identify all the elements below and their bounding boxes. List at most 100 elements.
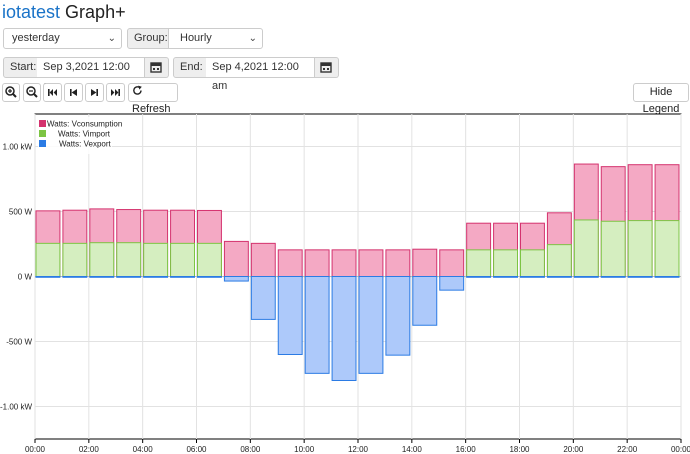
x-axis: 00:00 02:00 04:00 06:00 08:00 10:00 12:00 14:00… xyxy=(25,439,690,454)
step-backward-icon xyxy=(70,89,77,96)
bar-export xyxy=(439,276,465,291)
y-tick-label: -500 W xyxy=(6,338,32,347)
x-tick-label: 20:00 xyxy=(563,445,584,454)
period-select-value: yesterday xyxy=(12,32,60,44)
zoom-in-icon xyxy=(5,86,17,98)
x-tick-label: 12:00 xyxy=(348,445,369,454)
bar-import xyxy=(143,242,169,278)
calendar-icon xyxy=(150,62,162,73)
x-tick-label: 00:00 xyxy=(25,445,46,454)
bar-consumption xyxy=(250,242,276,278)
bar-consumption xyxy=(304,249,330,278)
x-tick-label: 04:00 xyxy=(133,445,154,454)
step-forward-icon xyxy=(91,89,98,96)
bar-export xyxy=(546,276,572,278)
bar-export xyxy=(197,276,222,278)
bar-export xyxy=(223,276,249,282)
bar-import xyxy=(466,249,492,278)
bar-export xyxy=(385,276,411,356)
bar-import xyxy=(116,242,142,277)
x-tick-label: 06:00 xyxy=(186,445,207,454)
end-date-input[interactable]: Sep 4,2021 12:00 am xyxy=(206,57,315,92)
fast-backward-icon xyxy=(48,89,57,96)
bar-export xyxy=(600,276,626,278)
jump-forward-button[interactable] xyxy=(106,83,125,102)
bar-export xyxy=(412,276,438,326)
zoom-out-button[interactable] xyxy=(23,83,41,102)
end-calendar-button[interactable] xyxy=(315,57,339,78)
jump-backward-button[interactable] xyxy=(43,83,62,102)
bar-consumption xyxy=(439,249,465,278)
x-tick-label: 22:00 xyxy=(617,445,638,454)
bar-import xyxy=(600,220,626,277)
bar-export xyxy=(627,276,653,278)
end-label: End: xyxy=(173,57,207,78)
x-tick-label: 10:00 xyxy=(294,445,315,454)
group-select[interactable]: Hourly ⌄ xyxy=(168,28,263,49)
brand-name: iotatest xyxy=(2,2,61,22)
app-title: iotatest Graph+ xyxy=(2,1,126,23)
bar-export xyxy=(520,276,545,278)
bar-export xyxy=(573,276,599,278)
bar-export xyxy=(89,276,115,278)
bar-export xyxy=(143,276,169,278)
bar-import xyxy=(62,242,88,278)
start-calendar-button[interactable] xyxy=(145,57,169,78)
chevron-down-icon: ⌄ xyxy=(248,33,257,44)
bar-export xyxy=(250,276,276,320)
start-label: Start: xyxy=(3,57,38,78)
hide-legend-button[interactable]: Hide Legend xyxy=(633,83,689,115)
bar-import xyxy=(493,249,519,278)
bar-export xyxy=(116,276,142,278)
group-label: Group: xyxy=(127,28,169,49)
step-forward-button[interactable] xyxy=(85,83,104,102)
y-tick-label: -1.00 kW xyxy=(0,403,32,412)
x-tick-label: 00:00 xyxy=(671,445,690,454)
calendar-icon xyxy=(320,62,332,73)
bar-export xyxy=(35,276,61,278)
bar-import xyxy=(627,220,653,277)
bar-import xyxy=(546,244,572,277)
legend-label-import: Watts: Vimport xyxy=(58,130,111,139)
period-select[interactable]: yesterday ⌄ xyxy=(3,28,122,49)
step-backward-button[interactable] xyxy=(64,83,83,102)
legend-swatch-consumption xyxy=(39,120,46,127)
refresh-icon xyxy=(133,85,142,95)
x-tick-label: 14:00 xyxy=(402,445,423,454)
refresh-button[interactable]: Refresh xyxy=(128,83,178,115)
bar-consumption xyxy=(277,249,303,278)
bar-import xyxy=(573,219,599,277)
x-tick-label: 16:00 xyxy=(456,445,477,454)
y-tick-label: 500 W xyxy=(9,208,33,217)
start-date-input[interactable]: Sep 3,2021 12:00 am xyxy=(37,57,145,92)
y-axis: 1.00 kW 500 W 0 W -500 W -1.00 kW xyxy=(0,143,32,412)
group-select-value: Hourly xyxy=(180,32,212,44)
fast-forward-icon xyxy=(111,89,120,96)
legend-swatch-import xyxy=(39,130,46,137)
energy-chart: 1.00 kW 500 W 0 W -500 W -1.00 kW 00:00 02:00… xyxy=(0,113,690,454)
chevron-down-icon: ⌄ xyxy=(107,33,116,44)
bar-consumption xyxy=(331,249,357,278)
bar-export xyxy=(304,276,330,374)
bar-import xyxy=(654,220,680,277)
bar-import xyxy=(197,242,222,278)
zoom-out-icon xyxy=(26,86,38,98)
bar-export xyxy=(358,276,384,374)
bar-import xyxy=(170,242,195,278)
bar-export xyxy=(654,276,680,278)
bar-import xyxy=(89,242,115,277)
bar-export xyxy=(277,276,303,355)
y-tick-label: 1.00 kW xyxy=(3,143,33,152)
legend-swatch-export xyxy=(39,140,46,147)
bar-consumption xyxy=(412,248,438,277)
legend-label-consumption: Watts: Vconsumption xyxy=(47,120,122,129)
bar-import xyxy=(520,249,545,278)
bar-export xyxy=(62,276,88,278)
zoom-in-button[interactable] xyxy=(2,83,20,102)
legend[interactable]: Watts: Vconsumption Watts: Vimport Watts… xyxy=(38,117,122,154)
bar-consumption xyxy=(385,249,411,278)
bar-export xyxy=(331,276,357,381)
bar-consumption xyxy=(223,240,249,277)
y-tick-label: 0 W xyxy=(18,273,33,282)
legend-label-export: Watts: Vexport xyxy=(59,140,112,149)
